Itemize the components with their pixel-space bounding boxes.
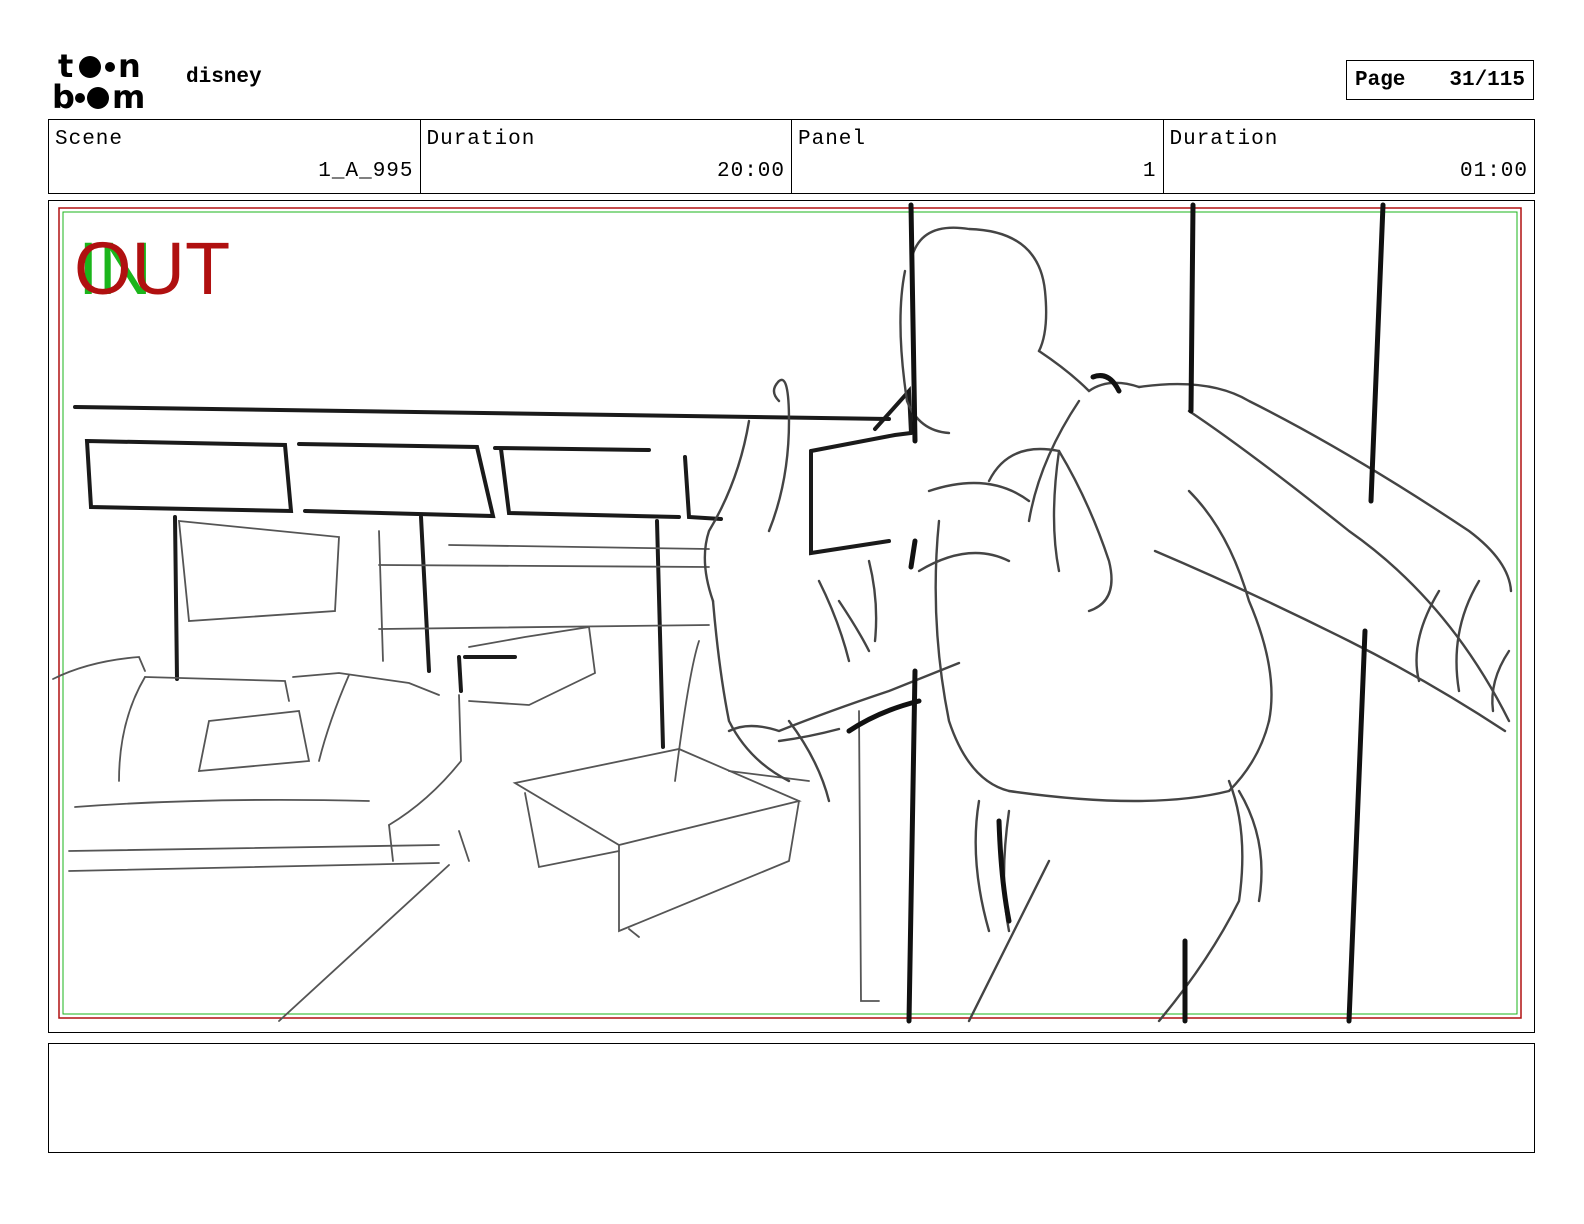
page-indicator: Page 31/115	[1346, 60, 1534, 100]
panel-label: Panel	[798, 128, 867, 151]
scene-duration-cell: Duration 20:00	[421, 120, 792, 193]
action-frame	[62, 211, 1518, 1015]
panel-duration-cell: Duration 01:00	[1164, 120, 1535, 193]
page-label: Page	[1355, 68, 1406, 92]
background-sketch	[73, 386, 913, 749]
out-marker: OUT	[74, 227, 231, 310]
panel-info-row: Scene 1_A_995 Duration 20:00 Panel 1 Dur…	[48, 119, 1535, 194]
scene-cell: Scene 1_A_995	[49, 120, 421, 193]
svg-text:m: m	[112, 78, 145, 112]
safe-frame	[58, 207, 1522, 1019]
scene-duration-value: 20:00	[716, 160, 785, 183]
scene-duration-label: Duration	[426, 128, 536, 151]
panel-duration-label: Duration	[1169, 128, 1279, 151]
panel-value: 1	[1142, 160, 1157, 183]
character-sketch	[703, 226, 1513, 1023]
scene-label: Scene	[55, 128, 124, 151]
storyboard-panel	[48, 200, 1535, 1033]
svg-text:b: b	[52, 78, 75, 112]
toon-boom-logo-icon: t n b m	[52, 50, 145, 112]
panel-cell: Panel 1	[792, 120, 1164, 193]
accent-strokes	[846, 202, 1386, 1024]
panel-notes[interactable]	[48, 1043, 1535, 1153]
panel-duration-value: 01:00	[1459, 160, 1528, 183]
page-number: 31/115	[1449, 68, 1525, 92]
scene-value: 1_A_995	[318, 160, 414, 183]
panel-sketch	[52, 202, 1522, 1024]
project-name: disney	[186, 66, 262, 89]
